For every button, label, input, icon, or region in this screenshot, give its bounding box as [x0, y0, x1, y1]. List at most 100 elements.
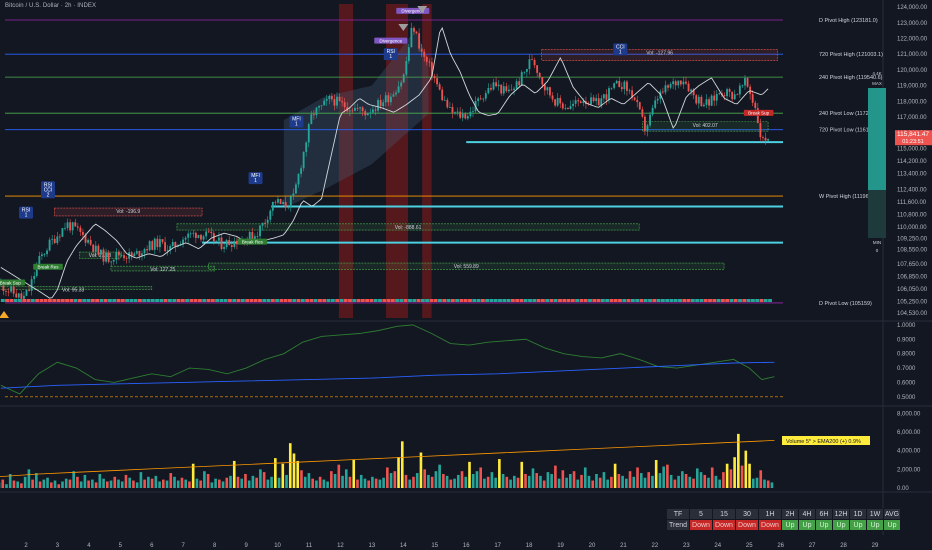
trend-strip-segment	[386, 299, 391, 302]
trend-strip-segment	[660, 299, 665, 302]
chart-background	[0, 0, 932, 550]
price-axis-tick: 111,600.00	[897, 200, 927, 206]
candle-body	[92, 244, 95, 252]
candle-body	[520, 72, 523, 86]
volume-bar	[591, 480, 595, 488]
volume-bar	[434, 471, 438, 488]
candle-body	[261, 222, 264, 226]
candle-body	[703, 104, 705, 107]
trend-strip-segment	[9, 299, 14, 302]
chart-canvas[interactable]: D Pivot High (123181.0) 720 Pivot High (1…	[0, 0, 932, 550]
trend-strip-segment	[382, 299, 387, 302]
trend-strip-segment	[69, 299, 74, 302]
volume-bar	[165, 480, 169, 488]
volume-bar	[546, 472, 550, 488]
volume-bar	[38, 481, 42, 488]
candle-body	[495, 82, 498, 87]
trend-strip-segment	[558, 299, 562, 302]
candle-body	[30, 279, 33, 291]
time-axis-tick: 24	[714, 543, 721, 549]
volume-bar	[83, 474, 87, 488]
volume-bar	[408, 479, 412, 488]
trend-strip-segment	[155, 299, 160, 302]
time-axis-tick: 19	[557, 543, 564, 549]
volume-bar	[681, 471, 684, 488]
candle-body	[572, 103, 574, 107]
candle-body	[48, 239, 51, 251]
candle-body	[577, 100, 580, 102]
trend-strip-segment	[176, 299, 181, 302]
candle-body	[56, 236, 59, 244]
trend-strip-segment	[583, 299, 588, 302]
candle-body	[374, 109, 377, 111]
volume-label-text: Volume 5* > EMA200 (+) 0.9%	[786, 439, 861, 445]
trend-strip-segment	[708, 299, 712, 302]
trend-strip-segment	[665, 299, 670, 302]
volume-axis-tick: 0.00	[897, 486, 909, 492]
trend-strip-segment	[120, 299, 125, 302]
volume-bar	[415, 473, 419, 488]
candle-body	[135, 251, 138, 254]
volume-bar	[430, 476, 434, 488]
volume-bar	[471, 474, 475, 488]
candle-body	[279, 199, 282, 204]
gauge-max-label: MAX	[872, 81, 882, 86]
candle-body	[667, 85, 669, 88]
candle-body	[151, 241, 154, 250]
time-axis-tick: 12	[337, 543, 344, 549]
trend-strip-segment	[39, 299, 44, 302]
trend-cell-down: Down	[758, 519, 782, 531]
price-axis-tick: 112,400.00	[897, 187, 927, 193]
volume-bar	[359, 474, 363, 488]
candle-body	[433, 76, 436, 79]
candle-body	[764, 137, 767, 141]
volume-bar	[135, 482, 139, 488]
volume-bar	[161, 479, 165, 488]
price-axis-tick: 114,200.00	[897, 159, 927, 165]
volume-bar	[218, 479, 221, 488]
volume-bar	[102, 478, 105, 488]
trend-strip-segment	[210, 299, 215, 302]
volume-bar	[628, 471, 632, 488]
trend-strip-segment	[468, 299, 472, 302]
volume-bar	[105, 481, 109, 488]
trend-strip-segment	[129, 299, 134, 302]
candle-body	[741, 85, 744, 87]
candle-body	[459, 111, 462, 118]
candle-body	[361, 107, 364, 112]
candle-body	[40, 254, 43, 256]
candle-body	[518, 81, 521, 86]
candle-body	[443, 99, 446, 101]
volume-axis-tick: 8,000.00	[897, 411, 921, 417]
trend-cell-down: Down	[735, 519, 759, 531]
trend-strip-segment	[245, 299, 250, 302]
trend-table-header: 12H	[832, 508, 850, 520]
candle-body	[161, 239, 164, 243]
volume-bar	[639, 473, 643, 488]
trend-strip-segment	[146, 299, 151, 302]
candle-body	[597, 98, 600, 106]
volume-bar	[688, 476, 692, 488]
candle-body	[94, 245, 97, 252]
candle-body	[705, 99, 708, 105]
volume-bar	[412, 476, 415, 488]
volume-bar	[300, 470, 303, 488]
trend-strip-segment	[365, 299, 370, 302]
volume-bar	[117, 479, 120, 488]
volume-bar	[692, 478, 695, 488]
volume-bar	[423, 469, 426, 488]
trend-strip-segment	[395, 299, 400, 302]
volume-bar	[386, 467, 389, 488]
volume-bar	[251, 475, 255, 488]
trend-table-header: 5	[689, 508, 713, 520]
volume-bar	[79, 481, 83, 488]
candle-body	[336, 96, 338, 106]
trend-strip-segment	[669, 299, 674, 302]
trend-strip-segment	[485, 299, 490, 302]
volume-bar	[206, 474, 210, 488]
candle-body	[646, 125, 649, 131]
trend-strip-segment	[335, 299, 340, 302]
trend-strip-segment	[138, 299, 142, 302]
price-axis-tick: 115,000.00	[897, 146, 927, 152]
trend-strip-segment	[498, 299, 502, 302]
